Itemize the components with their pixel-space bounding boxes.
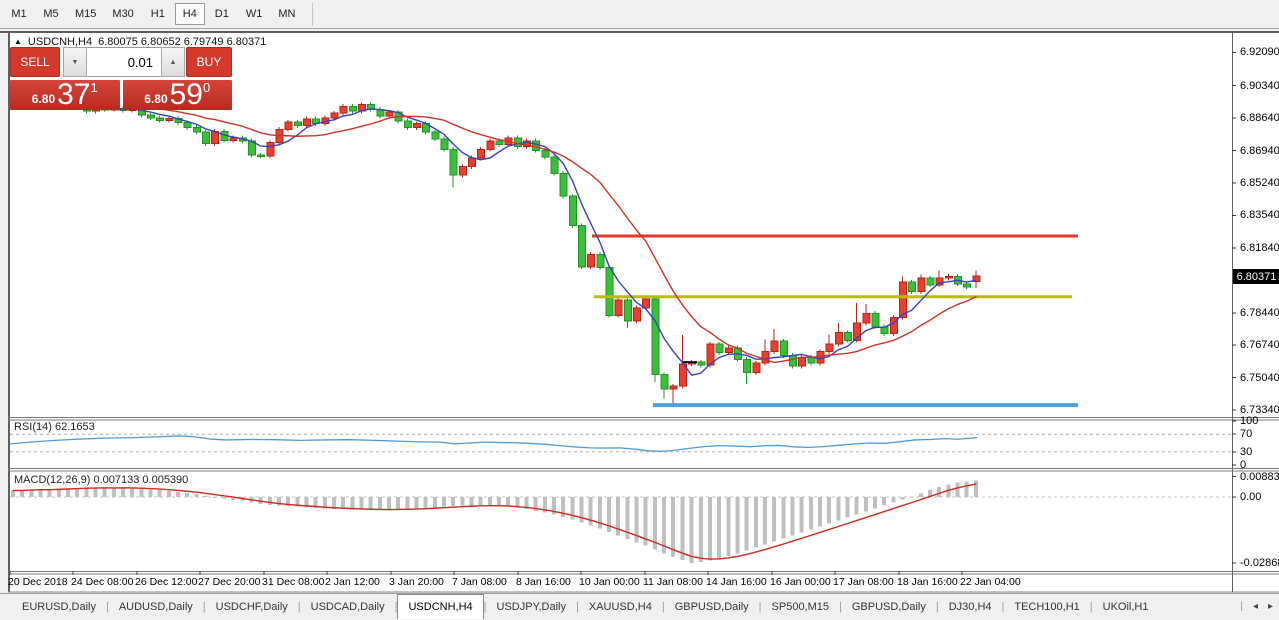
macd-axis-label: -0.028683 bbox=[1240, 557, 1279, 569]
macd-axis-label: 0.00 bbox=[1240, 491, 1261, 503]
time-axis-label: 20 Dec 2018 bbox=[8, 576, 68, 588]
tab-scroll-left-icon[interactable]: ◂ bbox=[1253, 601, 1258, 612]
time-axis-label: 7 Jan 08:00 bbox=[452, 576, 507, 588]
time-axis-label: 3 Jan 20:00 bbox=[389, 576, 444, 588]
time-axis-label: 16 Jan 00:00 bbox=[770, 576, 831, 588]
time-axis-label: 17 Jan 08:00 bbox=[833, 576, 894, 588]
buy-price-pip: 0 bbox=[203, 81, 210, 94]
buy-price-box[interactable]: 6.80 59 0 bbox=[123, 80, 233, 110]
price-axis-label: 6.92090 bbox=[1240, 46, 1279, 58]
tab-arrows-separator: | bbox=[1240, 601, 1243, 612]
price-axis-label: 6.86940 bbox=[1240, 145, 1279, 157]
price-axis-label: 6.90340 bbox=[1240, 80, 1279, 92]
price-axis-label: 6.85240 bbox=[1240, 177, 1279, 189]
symbol-tab-gbpusd-daily[interactable]: GBPUSD,Daily bbox=[842, 594, 936, 619]
price-axis-label: 6.81840 bbox=[1240, 242, 1279, 254]
sell-price-box[interactable]: 6.80 37 1 bbox=[10, 80, 120, 110]
timeframe-button-m30[interactable]: M30 bbox=[105, 3, 140, 25]
time-axis-label: 8 Jan 16:00 bbox=[516, 576, 571, 588]
volume-input[interactable]: 0.01 bbox=[87, 47, 161, 77]
time-axis-label: 11 Jan 08:00 bbox=[643, 576, 703, 588]
symbol-tab-usdchf-daily[interactable]: USDCHF,Daily bbox=[206, 594, 298, 619]
symbol-tab-usdcnh-h4[interactable]: USDCNH,H4 bbox=[397, 594, 483, 619]
one-click-trade-panel: SELL ▼ 0.01 ▲ BUY 6.80 37 1 6.80 59 0 bbox=[10, 47, 232, 110]
price-axis-label: 6.75040 bbox=[1240, 372, 1279, 384]
sell-price-big: 37 bbox=[57, 82, 90, 108]
volume-increase-button[interactable]: ▲ bbox=[161, 47, 185, 77]
buy-button[interactable]: BUY bbox=[186, 47, 232, 77]
price-axis-label: 6.83540 bbox=[1240, 209, 1279, 221]
price-axis-label: 6.78440 bbox=[1240, 307, 1279, 319]
rsi-axis-label: 100 bbox=[1240, 415, 1258, 427]
time-axis-label: 18 Jan 16:00 bbox=[897, 576, 958, 588]
sell-price-pip: 1 bbox=[91, 81, 98, 94]
rsi-axis-label: 0 bbox=[1240, 459, 1246, 471]
macd-label: MACD(12,26,9) 0.007133 0.005390 bbox=[14, 474, 188, 486]
symbol-tab-gbpusd-daily[interactable]: GBPUSD,Daily bbox=[665, 594, 759, 619]
timeframe-button-h1[interactable]: H1 bbox=[143, 3, 173, 25]
current-price-badge: 6.80371 bbox=[1233, 269, 1279, 284]
symbol-tab-tech100-h1[interactable]: TECH100,H1 bbox=[1004, 594, 1089, 619]
buy-price-base: 6.80 bbox=[144, 90, 167, 108]
trading-terminal-window: M1M5M15M30H1H4D1W1MN ▲ USDCNH,H4 6.80075… bbox=[0, 0, 1279, 620]
timeframe-toolbar: M1M5M15M30H1H4D1W1MN bbox=[0, 0, 1279, 29]
timeframe-button-d1[interactable]: D1 bbox=[207, 3, 237, 25]
price-axis-label: 6.76740 bbox=[1240, 339, 1279, 351]
timeframe-button-h4[interactable]: H4 bbox=[175, 3, 205, 25]
collapse-triangle-icon[interactable]: ▲ bbox=[14, 38, 22, 46]
symbol-tab-bar: EURUSD,Daily|AUDUSD,Daily|USDCHF,Daily|U… bbox=[0, 593, 1279, 619]
tab-scroll-arrows: | ◂ ▸ bbox=[1240, 593, 1273, 619]
symbol-tab-eurusd-daily[interactable]: EURUSD,Daily bbox=[12, 594, 106, 619]
symbol-tab-dj30-h4[interactable]: DJ30,H4 bbox=[939, 594, 1002, 619]
time-axis-label: 14 Jan 16:00 bbox=[706, 576, 767, 588]
price-axis-label: 6.88640 bbox=[1240, 112, 1279, 124]
symbol-tab-usdcad-daily[interactable]: USDCAD,Daily bbox=[301, 594, 395, 619]
toolbar-separator bbox=[312, 3, 313, 26]
volume-decrease-button[interactable]: ▼ bbox=[63, 47, 87, 77]
tab-scroll-right-icon[interactable]: ▸ bbox=[1268, 601, 1273, 612]
symbol-tab-ukoil-h1[interactable]: UKOil,H1 bbox=[1093, 594, 1159, 619]
rsi-axis-label: 70 bbox=[1240, 428, 1252, 440]
timeframe-button-w1[interactable]: W1 bbox=[239, 3, 270, 25]
sell-price-base: 6.80 bbox=[32, 90, 55, 108]
time-axis-label: 22 Jan 04:00 bbox=[960, 576, 1021, 588]
symbol-tab-sp500-m15[interactable]: SP500,M15 bbox=[762, 594, 839, 619]
symbol-tab-usdjpy-daily[interactable]: USDJPY,Daily bbox=[487, 594, 577, 619]
time-axis-label: 24 Dec 08:00 bbox=[71, 576, 133, 588]
macd-axis-label: 0.008839 bbox=[1240, 471, 1279, 483]
symbol-tab-xauusd-h4[interactable]: XAUUSD,H4 bbox=[579, 594, 662, 619]
time-axis-label: 27 Dec 20:00 bbox=[198, 576, 260, 588]
timeframe-button-m1[interactable]: M1 bbox=[4, 3, 34, 25]
time-axis-label: 2 Jan 12:00 bbox=[325, 576, 380, 588]
timeframe-button-m15[interactable]: M15 bbox=[68, 3, 103, 25]
rsi-label: RSI(14) 62.1653 bbox=[14, 421, 95, 433]
buy-price-big: 59 bbox=[170, 82, 203, 108]
time-axis-label: 10 Jan 00:00 bbox=[579, 576, 640, 588]
sell-button[interactable]: SELL bbox=[10, 47, 60, 77]
symbol-tab-audusd-daily[interactable]: AUDUSD,Daily bbox=[109, 594, 203, 619]
time-axis-label: 26 Dec 12:00 bbox=[135, 576, 197, 588]
timeframe-button-m5[interactable]: M5 bbox=[36, 3, 66, 25]
timeframe-button-mn[interactable]: MN bbox=[271, 3, 302, 25]
time-axis-label: 31 Dec 08:00 bbox=[262, 576, 324, 588]
rsi-axis-label: 30 bbox=[1240, 446, 1252, 458]
